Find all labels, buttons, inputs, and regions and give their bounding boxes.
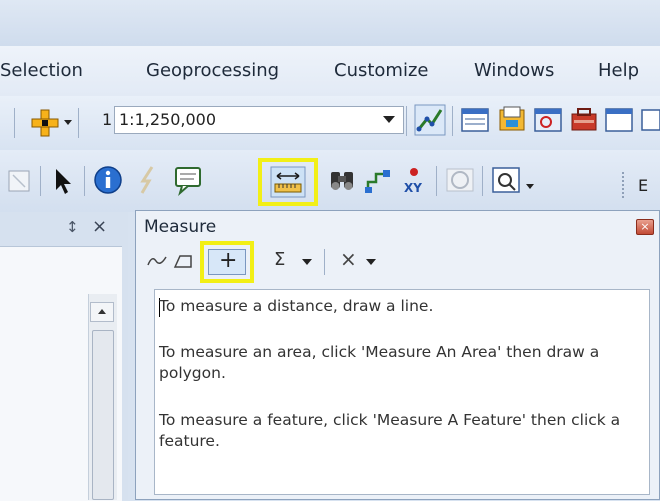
dialog-title: Measure <box>144 217 217 237</box>
editor-menu-label[interactable]: E <box>638 176 648 195</box>
catalog-icon[interactable] <box>496 104 528 136</box>
menu-item-help[interactable]: Help <box>598 60 639 81</box>
toolbar-separator <box>324 249 325 275</box>
toolbar-grip[interactable] <box>622 172 625 198</box>
measure-area-icon[interactable] <box>172 251 194 271</box>
menu-bar: Selection Geoprocessing Customize Window… <box>0 46 660 96</box>
toolbar-separator <box>14 108 15 138</box>
menu-item-geoprocessing[interactable]: Geoprocessing <box>146 60 279 81</box>
title-bar <box>0 0 660 46</box>
toolbar-separator <box>482 166 483 196</box>
message-distance: To measure a distance, draw a line. <box>159 297 434 315</box>
toolbar-separator <box>78 108 79 138</box>
chevron-up-icon <box>98 309 106 314</box>
arctoolbox-icon[interactable] <box>568 104 600 136</box>
map-scale-input[interactable]: 1:1,250,000 <box>114 106 404 134</box>
python-window-icon[interactable] <box>604 106 634 134</box>
toolbar-separator <box>40 166 41 196</box>
message-feature: To measure a feature, click 'Measure A F… <box>159 411 621 450</box>
measure-results-area[interactable]: To measure a distance, draw a line. To m… <box>154 289 650 495</box>
create-viewer-icon[interactable] <box>490 164 522 196</box>
message-area: To measure an area, click 'Measure An Ar… <box>159 343 600 382</box>
menu-item-selection[interactable]: Selection <box>0 60 83 81</box>
plus-icon: + <box>219 248 238 273</box>
menu-item-customize[interactable]: Customize <box>334 60 428 81</box>
toolbar-separator <box>406 106 407 136</box>
html-popup-icon[interactable] <box>172 164 204 196</box>
chevron-down-icon[interactable] <box>366 259 376 265</box>
chevron-down-icon[interactable] <box>383 116 395 123</box>
go-to-xy-icon[interactable]: XY <box>398 164 430 196</box>
table-window-icon[interactable] <box>460 106 490 134</box>
clear-selection-icon[interactable] <box>6 168 32 194</box>
clear-results-icon[interactable]: × <box>340 247 357 271</box>
menu-item-windows[interactable]: Windows <box>474 60 554 81</box>
scroll-up-button[interactable] <box>90 302 114 322</box>
measure-dialog: Measure × + Σ × To measure a distance, d… <box>135 210 660 500</box>
measure-icon[interactable] <box>270 166 306 198</box>
dialog-close-button[interactable]: × <box>636 219 654 235</box>
toolbar-separator <box>452 106 453 136</box>
show-total-icon[interactable]: Σ <box>274 249 285 270</box>
add-data-icon[interactable] <box>30 108 60 138</box>
select-elements-icon[interactable] <box>50 166 76 196</box>
svg-text:XY: XY <box>404 181 422 195</box>
pin-icon[interactable]: ↕ <box>66 218 79 236</box>
scrollbar-thumb[interactable] <box>92 330 114 500</box>
chevron-down-icon[interactable] <box>526 184 534 189</box>
chevron-down-icon[interactable] <box>302 259 312 265</box>
search-window-icon[interactable] <box>532 104 564 136</box>
identify-icon[interactable] <box>92 164 124 196</box>
model-builder-icon[interactable] <box>640 106 660 134</box>
toolbar-separator <box>436 166 437 196</box>
editor-toolbar-icon[interactable] <box>414 104 446 136</box>
measure-feature-button[interactable]: + <box>208 248 246 275</box>
time-slider-icon[interactable] <box>444 164 476 196</box>
close-icon[interactable]: × <box>92 216 107 237</box>
find-icon[interactable] <box>326 164 358 196</box>
find-route-icon[interactable] <box>362 164 394 196</box>
scale-prefix: 1 <box>102 110 113 129</box>
map-scale-value: 1:1,250,000 <box>119 110 216 129</box>
hyperlink-icon[interactable] <box>132 164 164 196</box>
chevron-down-icon[interactable] <box>64 120 72 125</box>
measure-line-icon[interactable] <box>146 251 168 271</box>
toolbar-separator <box>84 166 85 196</box>
